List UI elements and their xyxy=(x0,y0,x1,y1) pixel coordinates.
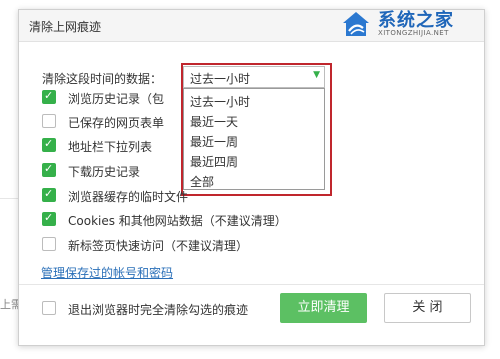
footer-divider xyxy=(19,284,484,285)
period-dropdown-list: 过去一小时 最近一天 最近一周 最近四周 全部 xyxy=(183,88,325,190)
checkbox[interactable]: ✓ xyxy=(42,89,56,104)
option-label: 已保存的网页表单 xyxy=(68,116,165,130)
close-button[interactable]: 关 闭 xyxy=(384,293,471,323)
period-select[interactable]: 过去一小时 ▼ xyxy=(183,66,325,88)
checkbox[interactable]: ✓ xyxy=(42,162,56,177)
checkbox[interactable]: ✓ xyxy=(42,187,56,202)
dropdown-option-last-week[interactable]: 最近一周 xyxy=(190,133,238,150)
watermark-sub-text: XITONGZHIJIA.NET xyxy=(378,29,449,37)
dropdown-option-last-four-weeks[interactable]: 最近四周 xyxy=(190,153,238,170)
option-label: 浏览器缓存的临时文件 xyxy=(68,190,189,204)
option-label: 下载历史记录 xyxy=(68,165,141,179)
checkbox[interactable] xyxy=(42,301,56,315)
check-icon: ✓ xyxy=(44,211,54,224)
checkbox[interactable]: ✓ xyxy=(42,137,56,152)
option-saved-form-data[interactable]: 已保存的网页表单 xyxy=(42,114,182,130)
option-cookies-site-data[interactable]: ✓ Cookies 和其他网站数据（不建议清理） xyxy=(42,211,342,228)
dropdown-option-last-day[interactable]: 最近一天 xyxy=(190,113,238,130)
option-address-bar-dropdown[interactable]: ✓ 地址栏下拉列表 xyxy=(42,137,182,154)
option-new-tab-quick-access[interactable]: 新标签页快速访问（不建议清理） xyxy=(42,237,342,253)
check-icon: ✓ xyxy=(44,162,54,175)
dialog-title: 清除上网痕迹 xyxy=(29,20,102,34)
manage-saved-accounts-link[interactable]: 管理保存过的帐号和密码 xyxy=(41,264,173,281)
period-label: 清除这段时间的数据： xyxy=(42,72,163,86)
checkbox[interactable] xyxy=(42,237,56,251)
option-browsing-history[interactable]: ✓ 浏览历史记录（包 xyxy=(42,89,182,106)
background-divider xyxy=(0,198,18,199)
check-icon: ✓ xyxy=(44,187,54,200)
watermark-logo: 系统之家 XITONGZHIJIA.NET xyxy=(340,6,496,42)
option-label: 退出浏览器时完全清除勾选的痕迹 xyxy=(68,303,249,317)
period-select-value: 过去一小时 xyxy=(190,72,251,86)
option-download-history[interactable]: ✓ 下载历史记录 xyxy=(42,162,182,179)
option-label: 新标签页快速访问（不建议清理） xyxy=(68,239,249,253)
option-label: 地址栏下拉列表 xyxy=(68,140,153,154)
option-label: Cookies 和其他网站数据（不建议清理） xyxy=(68,214,287,228)
option-clear-on-exit[interactable]: 退出浏览器时完全清除勾选的痕迹 xyxy=(42,301,272,317)
dropdown-option-last-hour[interactable]: 过去一小时 xyxy=(190,93,250,110)
chevron-down-icon[interactable]: ▼ xyxy=(313,70,320,80)
option-cached-temp-files[interactable]: ✓ 浏览器缓存的临时文件 xyxy=(42,187,342,204)
option-label: 浏览历史记录（包 xyxy=(68,92,165,106)
house-icon xyxy=(343,12,369,36)
checkbox[interactable]: ✓ xyxy=(42,211,56,226)
check-icon: ✓ xyxy=(44,137,54,150)
check-icon: ✓ xyxy=(44,89,54,102)
clear-now-button[interactable]: 立即清理 xyxy=(280,293,367,323)
clear-history-dialog: 清除上网痕迹 清除这段时间的数据： 过去一小时 ▼ 过去一小时 最近一天 最近一… xyxy=(18,9,485,346)
checkbox[interactable] xyxy=(42,114,56,128)
